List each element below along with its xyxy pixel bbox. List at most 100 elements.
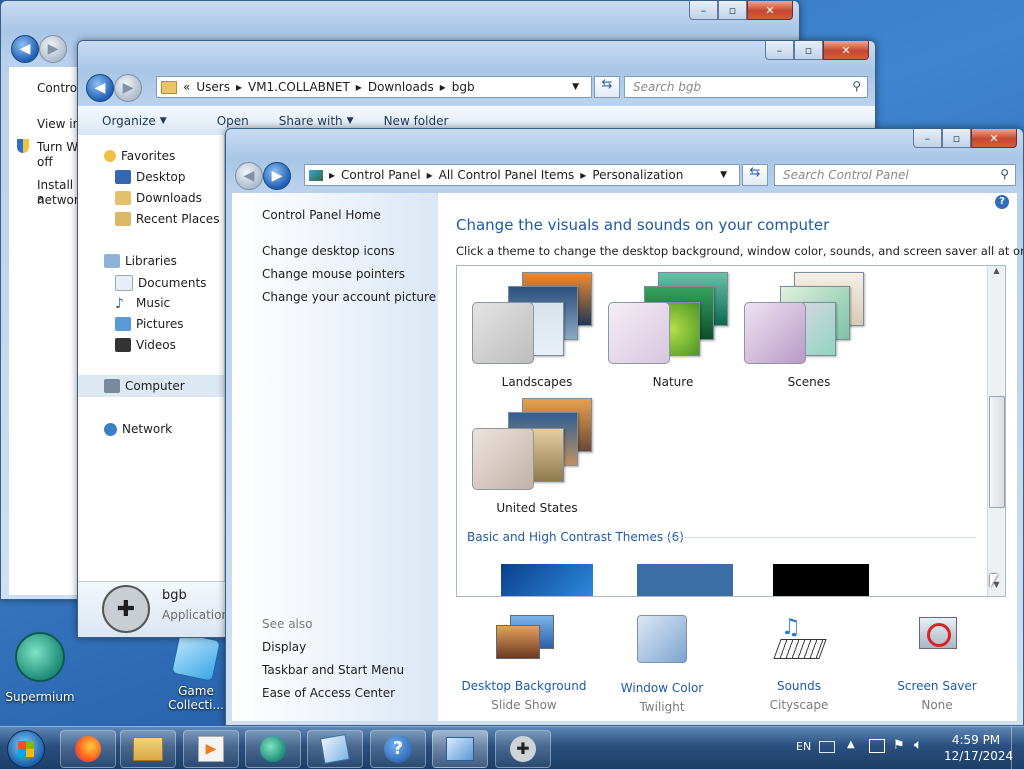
taskbar-app-blue[interactable] <box>307 730 363 768</box>
change-mouse-pointers-link[interactable]: Change mouse pointers <box>262 267 405 281</box>
minimize-button[interactable]: – <box>689 1 718 20</box>
maximize-button[interactable]: ▫ <box>794 41 823 60</box>
open-button[interactable]: Open <box>217 114 249 128</box>
close-button[interactable]: ✕ <box>971 129 1017 148</box>
forward-button[interactable]: ▶ <box>263 162 291 190</box>
basic-theme-classic[interactable] <box>637 564 733 596</box>
basic-theme-windows7[interactable] <box>501 564 593 596</box>
refresh-button[interactable]: ⇆ <box>594 76 620 98</box>
theme-color-swatch <box>472 428 534 490</box>
basic-theme-high-contrast[interactable] <box>773 564 869 596</box>
show-hidden-icons[interactable]: ▲ <box>847 739 855 750</box>
scroll-up-arrow[interactable]: ▲ <box>988 266 1005 282</box>
window-color-setting[interactable]: Window Color Twilight <box>592 615 732 714</box>
keyboard-icon[interactable] <box>819 741 835 753</box>
language-indicator[interactable]: EN <box>796 740 811 753</box>
vertical-scrollbar[interactable]: ▲ ▼ <box>987 266 1005 596</box>
taskbar-control-panel[interactable] <box>432 730 488 768</box>
organize-button[interactable]: Organize <box>102 114 156 128</box>
left-item[interactable]: Control <box>37 81 80 95</box>
share-with-button[interactable]: Share with <box>279 114 343 128</box>
show-desktop-button[interactable] <box>1011 727 1024 769</box>
theme-list[interactable]: Landscapes Nature Scenes United States B… <box>456 265 1006 597</box>
breadcrumb-item[interactable]: VM1.COLLABNET <box>248 80 350 94</box>
nav-videos[interactable]: Videos <box>115 338 176 352</box>
taskbar-bgb[interactable]: ✚ <box>495 730 551 768</box>
nav-downloads[interactable]: Downloads <box>115 191 202 205</box>
taskbar-firefox[interactable] <box>60 730 116 768</box>
search-input[interactable]: Search bgb ⚲ <box>624 76 868 98</box>
nav-network[interactable]: Network <box>104 422 172 436</box>
breadcrumb-item[interactable]: Downloads <box>368 80 434 94</box>
theme-scenes[interactable]: Scenes <box>744 272 874 389</box>
taskbar-explorer[interactable] <box>120 730 176 768</box>
minimize-button[interactable]: – <box>765 41 794 60</box>
nav-music[interactable]: ♪ Music <box>115 296 170 312</box>
flag-tray-icon[interactable]: ⚑ <box>893 738 905 753</box>
star-icon <box>104 150 116 162</box>
taskbar-start-menu-link[interactable]: Taskbar and Start Menu <box>262 663 404 677</box>
desktop-icon-supermium[interactable]: Supermium <box>0 632 80 704</box>
address-bar[interactable]: « Users ▸ VM1.COLLABNET ▸ Downloads ▸ bg… <box>156 76 592 98</box>
nav-favorites[interactable]: Favorites <box>104 149 175 163</box>
breadcrumb-item[interactable]: Personalization <box>592 168 683 182</box>
window-color-icon <box>637 615 687 663</box>
theme-nature[interactable]: Nature <box>608 272 738 389</box>
documents-icon <box>115 275 133 291</box>
scroll-thumb[interactable] <box>989 396 1005 508</box>
left-item[interactable]: View in <box>37 117 80 131</box>
theme-landscapes[interactable]: Landscapes <box>472 272 602 389</box>
control-panel-home-link[interactable]: Control Panel Home <box>262 208 381 222</box>
minimize-button[interactable]: – <box>913 129 942 148</box>
new-folder-button[interactable]: New folder <box>384 114 449 128</box>
ease-of-access-link[interactable]: Ease of Access Center <box>262 686 395 700</box>
volume-tray-icon[interactable]: 🔈︎ <box>914 737 922 753</box>
search-input[interactable]: Search Control Panel ⚲ <box>774 164 1016 186</box>
breadcrumb-item[interactable]: « <box>183 80 190 94</box>
back-button[interactable]: ◀ <box>86 74 114 102</box>
sounds-setting[interactable]: ♫ Sounds Cityscape <box>729 615 869 712</box>
maximize-button[interactable]: ▫ <box>718 1 747 20</box>
help-icon[interactable]: ? <box>995 195 1009 209</box>
nav-computer[interactable]: Computer <box>78 375 224 397</box>
chevron-down-icon[interactable]: ▼ <box>720 170 727 180</box>
breadcrumb-item[interactable]: Control Panel <box>341 168 421 182</box>
refresh-button[interactable]: ⇆ <box>742 164 768 186</box>
change-account-picture-link[interactable]: Change your account picture <box>262 290 436 304</box>
breadcrumb-item[interactable]: All Control Panel Items <box>439 168 575 182</box>
breadcrumb-item[interactable]: Users <box>196 80 230 94</box>
theme-color-swatch <box>472 302 534 364</box>
libraries-icon <box>104 254 120 268</box>
forward-button[interactable]: ▶ <box>39 35 67 63</box>
taskbar-supermium[interactable] <box>245 730 301 768</box>
forward-button[interactable]: ▶ <box>114 74 142 102</box>
taskbar-media-player[interactable]: ▶ <box>183 730 239 768</box>
nav-pictures[interactable]: Pictures <box>115 317 184 331</box>
back-button[interactable]: ◀ <box>235 162 263 190</box>
file-name: bgb <box>162 588 187 603</box>
desktop-background-setting[interactable]: Desktop Background Slide Show <box>454 615 594 712</box>
personalization-window[interactable]: – ▫ ✕ ◀ ▶ ▸ Control Panel ▸ All Control … <box>225 128 1024 726</box>
taskbar-help[interactable]: ? <box>370 730 426 768</box>
address-bar[interactable]: ▸ Control Panel ▸ All Control Panel Item… <box>304 164 740 186</box>
nav-libraries[interactable]: Libraries <box>104 254 177 268</box>
breadcrumb-item[interactable]: bgb <box>452 80 475 94</box>
maximize-button[interactable]: ▫ <box>942 129 971 148</box>
change-desktop-icons-link[interactable]: Change desktop icons <box>262 244 395 258</box>
close-button[interactable]: ✕ <box>747 1 793 20</box>
screen-saver-setting[interactable]: Screen Saver None <box>867 615 1007 712</box>
start-button[interactable] <box>7 730 45 768</box>
back-button[interactable]: ◀ <box>11 35 39 63</box>
nav-desktop[interactable]: Desktop <box>115 170 186 184</box>
nav-documents[interactable]: Documents <box>115 275 206 291</box>
display-link[interactable]: Display <box>262 640 306 654</box>
chevron-down-icon[interactable]: ▼ <box>572 82 579 92</box>
clock[interactable]: 4:59 PM 12/17/2024 <box>944 732 1013 764</box>
theme-united-states[interactable]: United States <box>472 398 602 515</box>
network-tray-icon[interactable] <box>869 739 885 753</box>
left-item[interactable]: off <box>37 155 53 169</box>
desktop-icon-game-collection[interactable]: Game Collecti... <box>156 632 236 712</box>
left-item[interactable]: Turn Wi <box>37 140 81 154</box>
close-button[interactable]: ✕ <box>823 41 869 60</box>
nav-recent-places[interactable]: Recent Places <box>115 212 219 226</box>
